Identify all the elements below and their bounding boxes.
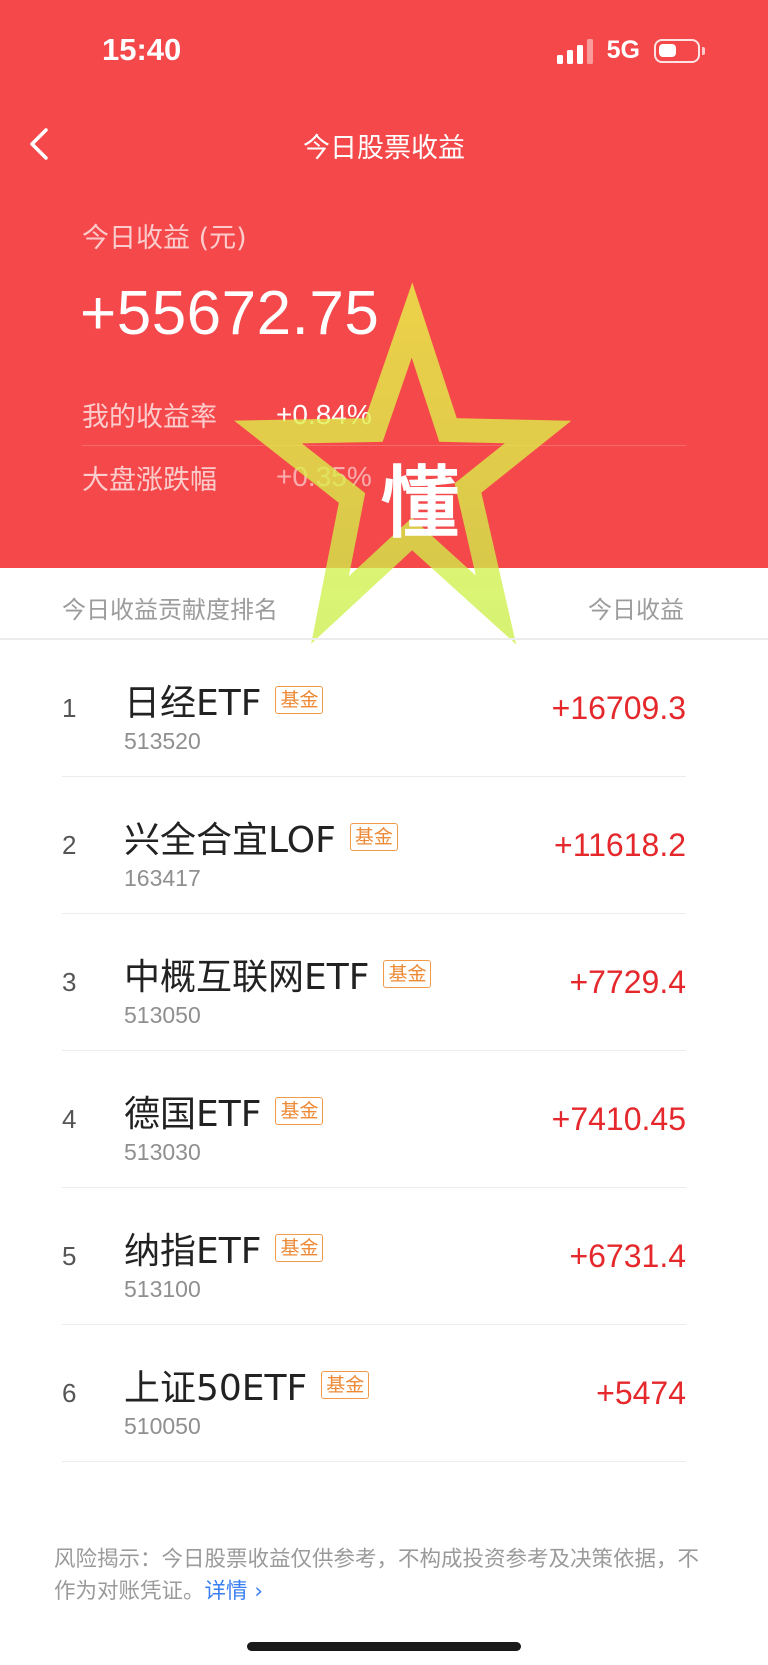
my-rate-value: +0.84% bbox=[276, 398, 372, 430]
market-rate-value: +0.35% bbox=[276, 461, 372, 492]
fund-profit: +7410.45 bbox=[551, 1101, 686, 1137]
fund-tag: 基金 bbox=[349, 823, 398, 851]
market-rate-row: 大盘涨跌幅 +0.35% bbox=[82, 446, 686, 508]
rank-number: 6 bbox=[62, 1378, 77, 1408]
earn-label: 今日收益 (元) bbox=[82, 223, 247, 254]
list-item[interactable]: 1 日经ETF 基金 513520 +16709.3 bbox=[62, 640, 686, 777]
fund-name: 日经ETF bbox=[124, 683, 262, 724]
fund-code: 513520 bbox=[124, 728, 201, 754]
item-title: 中概互联网ETF 基金 bbox=[124, 948, 432, 1000]
rank-number: 4 bbox=[62, 1104, 77, 1134]
fund-profit: +16709.3 bbox=[551, 690, 686, 726]
fund-profit: +6731.4 bbox=[569, 1238, 686, 1274]
battery-icon bbox=[654, 38, 705, 63]
summary-header: 15:40 5G 今日股票收益 今日收益 (元) +55672.75 我的收益率… bbox=[0, 0, 768, 568]
fund-tag: 基金 bbox=[275, 1234, 324, 1262]
rank-number: 5 bbox=[62, 1241, 77, 1271]
fund-profit: +5474 bbox=[596, 1375, 686, 1411]
fund-name: 纳指ETF bbox=[124, 1231, 262, 1272]
fund-code: 513050 bbox=[124, 1002, 201, 1028]
my-rate-row: 我的收益率 +0.84% bbox=[82, 384, 686, 446]
item-title: 纳指ETF 基金 bbox=[124, 1222, 324, 1274]
fund-profit: +11618.2 bbox=[554, 827, 686, 863]
profit-header: 今日收益 bbox=[588, 596, 684, 624]
fund-code: 513100 bbox=[124, 1276, 201, 1302]
list-item[interactable]: 5 纳指ETF 基金 513100 +6731.4 bbox=[62, 1188, 686, 1325]
risk-disclaimer: 风险揭示：今日股票收益仅供参考，不构成投资参考及决策依据，不作为对账凭证。详情 … bbox=[54, 1544, 714, 1608]
fund-code: 510050 bbox=[124, 1413, 201, 1439]
disclaimer-text: 风险揭示：今日股票收益仅供参考，不构成投资参考及决策依据，不作为对账凭证。 bbox=[54, 1547, 700, 1604]
home-indicator[interactable] bbox=[247, 1642, 521, 1651]
fund-tag: 基金 bbox=[275, 1097, 324, 1125]
rank-number: 2 bbox=[62, 830, 77, 860]
fund-code: 513030 bbox=[124, 1139, 201, 1165]
list-item[interactable]: 2 兴全合宜LOF 基金 163417 +11618.2 bbox=[62, 777, 686, 914]
fund-code: 163417 bbox=[124, 865, 201, 891]
earn-value: +55672.75 bbox=[80, 279, 380, 348]
fund-tag: 基金 bbox=[321, 1371, 370, 1399]
ranking-header: 今日收益贡献度排名 bbox=[62, 596, 278, 624]
rank-number: 3 bbox=[62, 967, 77, 997]
fund-name: 兴全合宜LOF bbox=[124, 820, 336, 861]
item-title: 上证50ETF 基金 bbox=[124, 1359, 370, 1411]
item-title: 德国ETF 基金 bbox=[124, 1085, 324, 1137]
list-item[interactable]: 6 上证50ETF 基金 510050 +5474 bbox=[62, 1325, 686, 1462]
rank-number: 1 bbox=[62, 693, 77, 723]
fund-name: 上证50ETF bbox=[124, 1368, 308, 1409]
network-label: 5G bbox=[606, 36, 640, 64]
fund-tag: 基金 bbox=[275, 686, 324, 714]
list-item[interactable]: 3 中概互联网ETF 基金 513050 +7729.4 bbox=[62, 914, 686, 1051]
fund-name: 中概互联网ETF bbox=[124, 957, 370, 998]
fund-name: 德国ETF bbox=[124, 1094, 262, 1135]
details-link[interactable]: 详情 › bbox=[205, 1579, 263, 1604]
list-header: 今日收益贡献度排名 今日收益 bbox=[0, 568, 768, 640]
status-icons: 5G bbox=[556, 36, 705, 65]
item-title: 日经ETF 基金 bbox=[124, 674, 324, 726]
page-title: 今日股票收益 bbox=[303, 133, 465, 164]
signal-icon bbox=[556, 38, 593, 64]
market-rate-label: 大盘涨跌幅 bbox=[82, 464, 217, 496]
my-rate-label: 我的收益率 bbox=[82, 402, 217, 433]
fund-profit: +7729.4 bbox=[569, 964, 686, 1000]
status-time: 15:40 bbox=[102, 32, 182, 67]
fund-tag: 基金 bbox=[383, 960, 432, 988]
item-title: 兴全合宜LOF 基金 bbox=[124, 811, 398, 863]
list-item[interactable]: 4 德国ETF 基金 513030 +7410.45 bbox=[62, 1051, 686, 1188]
